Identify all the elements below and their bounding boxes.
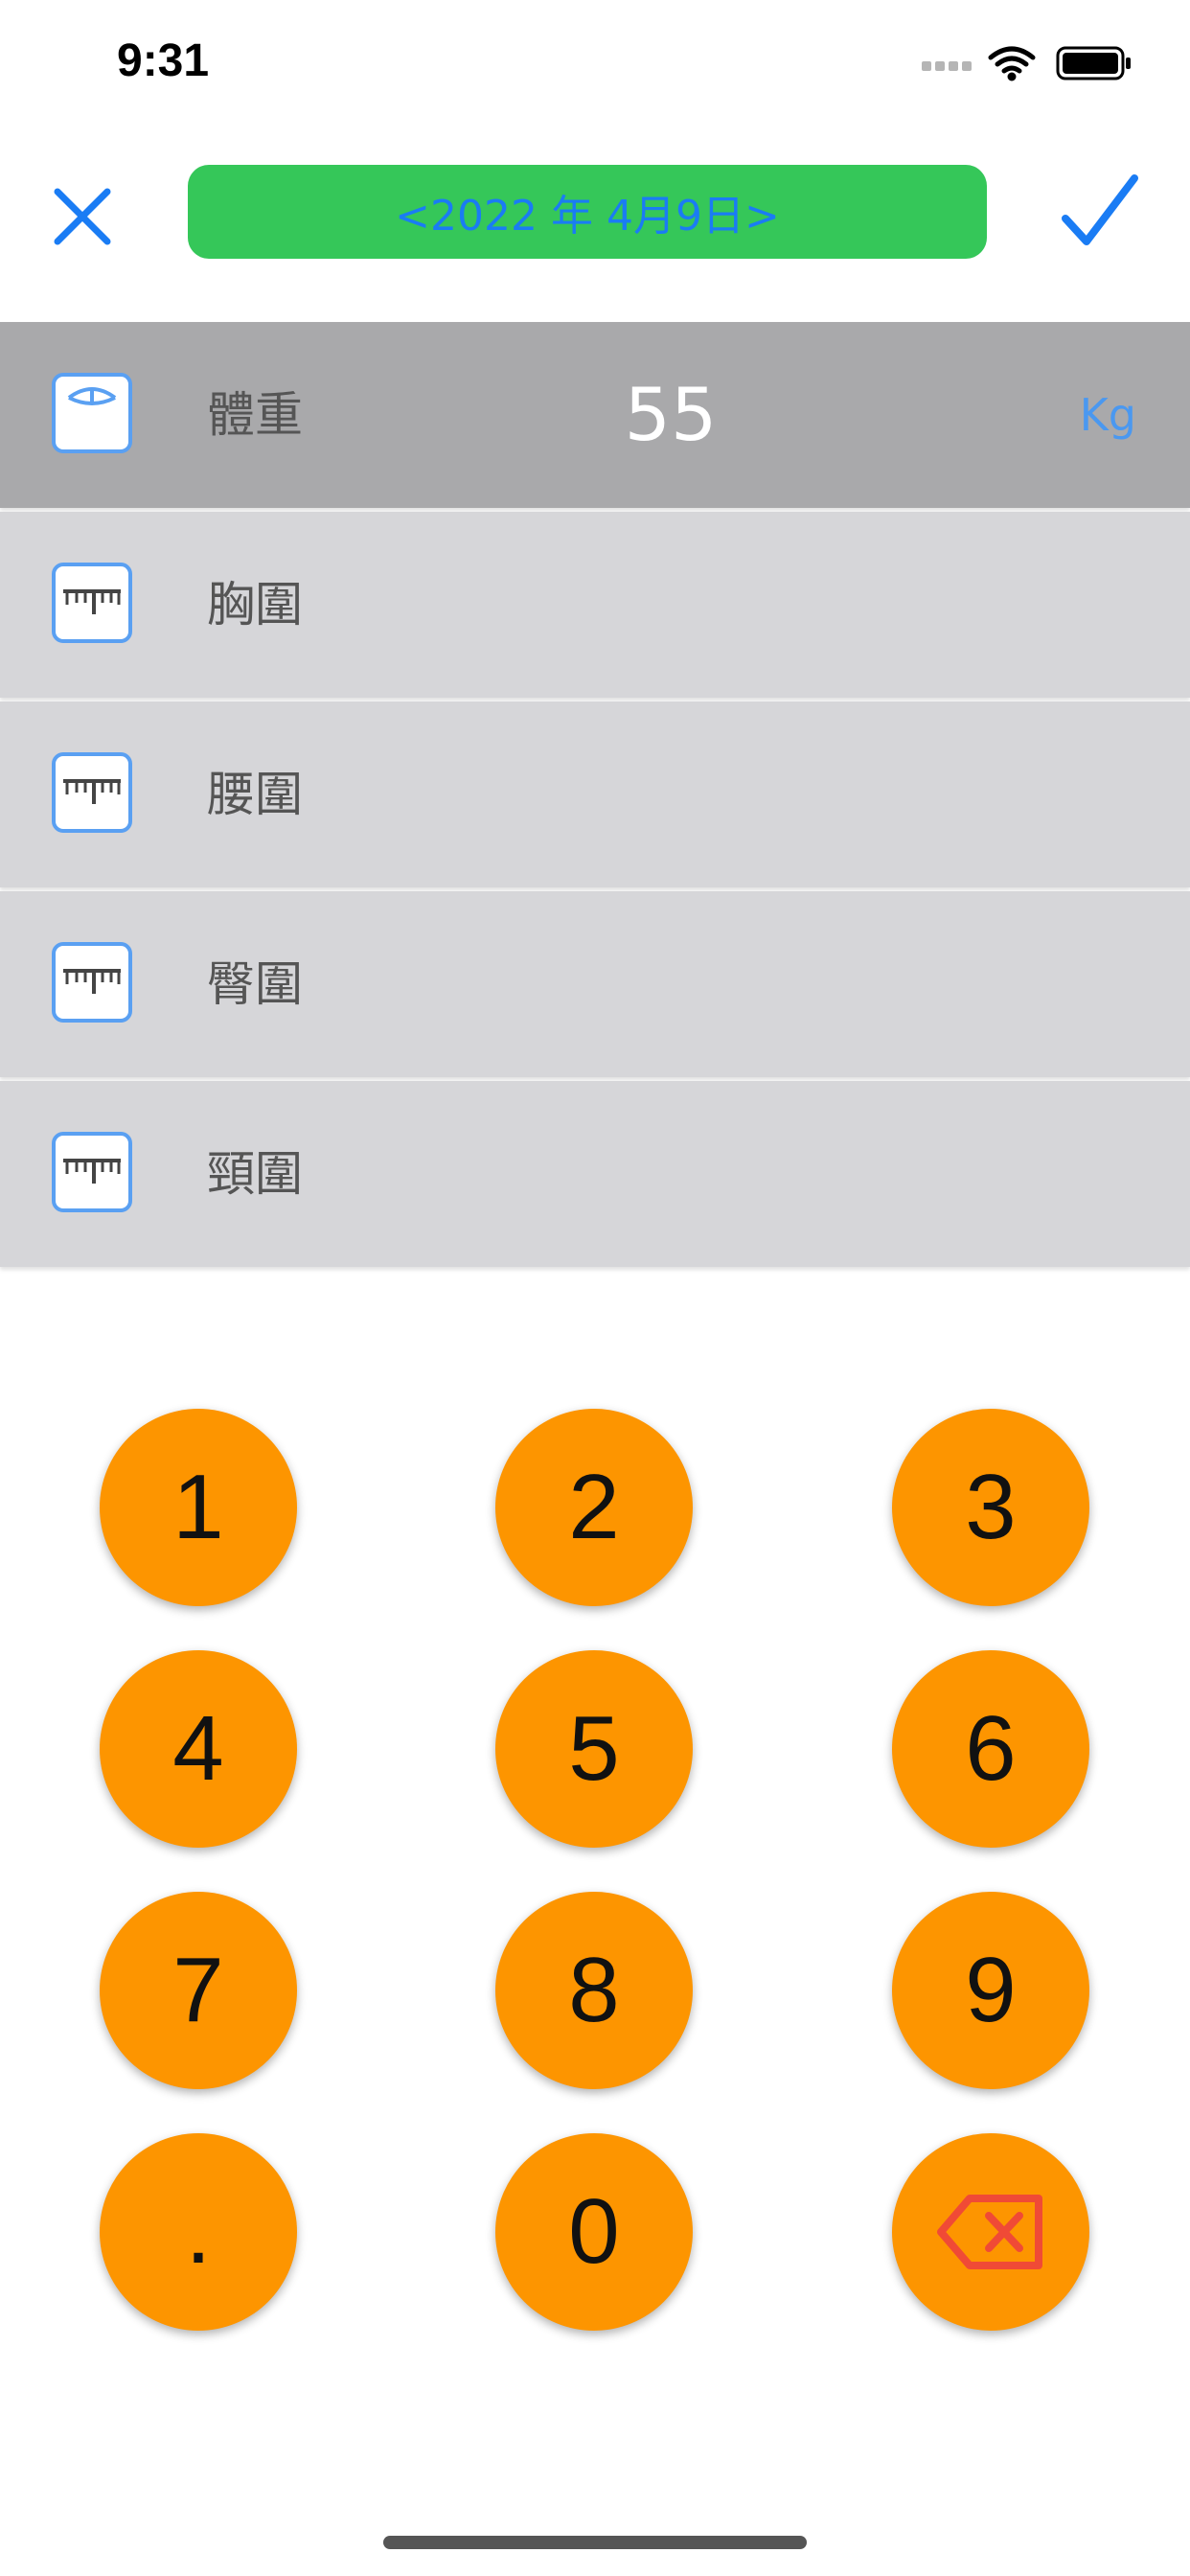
- scale-icon: [52, 373, 132, 453]
- measurement-value: [402, 891, 939, 1077]
- status-time: 9:31: [117, 35, 210, 86]
- checkmark-icon: [1062, 174, 1138, 245]
- measurement-value: [402, 702, 939, 887]
- measurement-list: 體重 55 Kg 胸圍腰圍臀圍頸圍: [0, 322, 1190, 1271]
- status-icons: [922, 44, 1133, 82]
- key-9[interactable]: 9: [892, 1892, 1089, 2089]
- measurement-label: 臀圍: [207, 956, 303, 1012]
- key-6[interactable]: 6: [892, 1650, 1089, 1848]
- key-label: .: [185, 2180, 212, 2283]
- measurement-row[interactable]: 體重 55 Kg: [0, 322, 1190, 508]
- key-label: 1: [172, 1456, 224, 1558]
- key-label: 4: [172, 1697, 224, 1800]
- ruler-icon: [52, 563, 132, 643]
- ruler-icon: [52, 752, 132, 833]
- ruler-icon: [52, 942, 132, 1023]
- key-label: 6: [965, 1697, 1017, 1800]
- home-indicator: [383, 2536, 807, 2549]
- close-icon: [54, 188, 111, 245]
- measurement-row[interactable]: 胸圍: [0, 512, 1190, 698]
- number-keypad: 1 2 3 4 5 6 7 8 9. 0: [0, 1409, 1190, 2367]
- wifi-icon: [988, 46, 1036, 81]
- measurement-value: 55: [624, 372, 718, 457]
- measurement-unit: Kg: [1079, 389, 1136, 441]
- key-label: 0: [568, 2180, 620, 2283]
- key-label: 5: [568, 1697, 620, 1800]
- measurement-value: [402, 512, 939, 698]
- status-bar: 9:31: [0, 0, 1190, 134]
- signal-icon: [922, 61, 972, 71]
- key-7[interactable]: 7: [100, 1892, 297, 2089]
- key-decimal[interactable]: .: [100, 2133, 297, 2331]
- key-label: 3: [965, 1456, 1017, 1558]
- key-4[interactable]: 4: [100, 1650, 297, 1848]
- ruler-icon: [52, 1132, 132, 1212]
- confirm-button[interactable]: [1056, 171, 1142, 257]
- measurement-value: [402, 1081, 939, 1267]
- measurement-label: 腰圍: [207, 767, 303, 822]
- measurement-label: 體重: [207, 387, 303, 443]
- key-8[interactable]: 8: [495, 1892, 693, 2089]
- key-3[interactable]: 3: [892, 1409, 1089, 1606]
- key-label: 8: [568, 1939, 620, 2041]
- backspace-icon: [937, 2195, 1042, 2269]
- key-label: 2: [568, 1456, 620, 1558]
- key-5[interactable]: 5: [495, 1650, 693, 1848]
- measurement-row[interactable]: 臀圍: [0, 891, 1190, 1077]
- measurement-label: 胸圍: [207, 577, 303, 632]
- key-1[interactable]: 1: [100, 1409, 297, 1606]
- key-label: 9: [965, 1939, 1017, 2041]
- key-2[interactable]: 2: [495, 1409, 693, 1606]
- key-label: 7: [172, 1939, 224, 2041]
- date-label: <2022 年 4月9日>: [395, 192, 780, 241]
- measurement-row[interactable]: 頸圍: [0, 1081, 1190, 1267]
- date-selector-button[interactable]: <2022 年 4月9日>: [188, 165, 987, 259]
- measurement-row[interactable]: 腰圍: [0, 702, 1190, 887]
- key-0[interactable]: 0: [495, 2133, 693, 2331]
- battery-icon: [1056, 46, 1131, 80]
- nav-bar: <2022 年 4月9日>: [0, 134, 1190, 316]
- measurement-label: 頸圍: [207, 1146, 303, 1202]
- close-button[interactable]: [48, 182, 117, 251]
- backspace-key[interactable]: [892, 2133, 1089, 2331]
